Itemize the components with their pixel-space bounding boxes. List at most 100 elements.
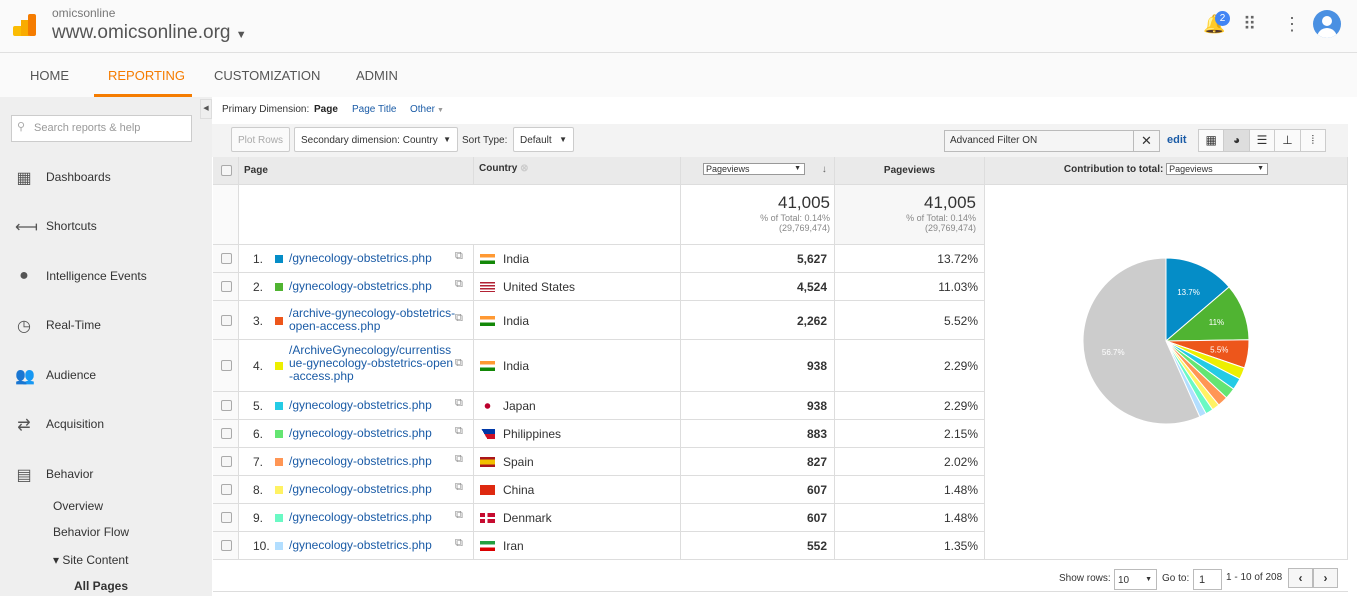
primary-dimension-other[interactable]: Other ▼	[410, 104, 444, 115]
sidebar-item-audience[interactable]: 👥 Audience	[0, 360, 212, 390]
pageviews-percent: 11.03%	[835, 273, 985, 301]
page-link[interactable]: /ArchiveGynecology/currentissue-gynecolo…	[289, 344, 457, 383]
property-selector[interactable]: www.omicsonline.org ▼	[52, 22, 247, 44]
page-link[interactable]: /gynecology-obstetrics.php	[289, 511, 457, 524]
page-link[interactable]: /gynecology-obstetrics.php	[289, 455, 457, 468]
page-link[interactable]: /gynecology-obstetrics.php	[289, 539, 457, 552]
tab-customization[interactable]: CUSTOMIZATION	[214, 68, 320, 83]
sidebar-item-behavior[interactable]: ▤ Behavior	[0, 459, 212, 489]
table-row-page-cell: 3. /archive-gynecology-obstetrics-open-a…	[239, 301, 474, 340]
open-external-icon[interactable]: ⧉	[455, 453, 463, 466]
sort-desc-arrow-icon[interactable]: ↓	[822, 164, 827, 175]
more-vert-icon[interactable]: ⋮	[1283, 14, 1301, 35]
series-color-swatch	[275, 514, 283, 522]
page-column-header[interactable]: Page	[239, 157, 474, 185]
totals-pageviews-cell: 41,005% of Total: 0.14% (29,769,474)	[835, 185, 985, 245]
advanced-filter-input[interactable]: Advanced Filter ON ✕	[944, 130, 1160, 152]
open-external-icon[interactable]: ⧉	[455, 312, 463, 325]
remove-dimension-icon[interactable]: ⊗	[520, 163, 528, 174]
apps-grid-icon[interactable]: ⠿	[1243, 14, 1256, 35]
country-name[interactable]: Iran	[503, 539, 524, 553]
country-name[interactable]: Spain	[503, 455, 534, 469]
pageviews-column-header[interactable]: Pageviews	[835, 157, 985, 185]
tab-admin[interactable]: ADMIN	[356, 68, 398, 83]
avatar[interactable]	[1313, 10, 1341, 38]
primary-dimension-page-title[interactable]: Page Title	[352, 104, 396, 115]
clear-filter-icon[interactable]: ✕	[1133, 131, 1159, 151]
next-page-button[interactable]: ›	[1313, 568, 1338, 588]
sidebar-sub-overview[interactable]: Overview	[53, 499, 103, 513]
open-external-icon[interactable]: ⧉	[455, 425, 463, 438]
row-checkbox[interactable]	[221, 314, 232, 326]
country-name[interactable]: Denmark	[503, 511, 552, 525]
row-checkbox[interactable]	[221, 456, 232, 467]
tab-reporting[interactable]: REPORTING	[108, 68, 185, 83]
search-input[interactable]: ⚲ Search reports & help	[11, 115, 192, 142]
row-checkbox[interactable]	[221, 253, 232, 264]
primary-dimension-page[interactable]: Page	[314, 104, 338, 115]
page-link[interactable]: /gynecology-obstetrics.php	[289, 427, 457, 440]
table-view-icon[interactable]: ▦	[1199, 130, 1225, 151]
comparison-view-icon[interactable]: ⊥	[1275, 130, 1301, 151]
metric-select[interactable]: Pageviews ▼	[703, 163, 805, 175]
prev-page-button[interactable]: ‹	[1288, 568, 1313, 588]
sidebar-item-dashboards[interactable]: ▦ Dashboards	[0, 162, 212, 192]
row-select-cell	[213, 448, 239, 476]
sidebar-item-intelligence-events[interactable]: ● Intelligence Events	[0, 261, 212, 291]
country-name[interactable]: Philippines	[503, 427, 561, 441]
plot-rows-button[interactable]: Plot Rows	[231, 127, 291, 152]
pivot-view-icon[interactable]: ⦙	[1301, 130, 1325, 151]
country-name[interactable]: United States	[503, 280, 575, 294]
secondary-dimension-select[interactable]: Secondary dimension: Country ▼	[294, 127, 458, 152]
performance-view-icon[interactable]: ☰	[1250, 130, 1276, 151]
row-checkbox[interactable]	[221, 281, 232, 292]
open-external-icon[interactable]: ⧉	[455, 537, 463, 550]
country-name[interactable]: Japan	[503, 399, 536, 413]
page-link[interactable]: /gynecology-obstetrics.php	[289, 280, 457, 293]
country-name[interactable]: India	[503, 252, 529, 266]
tab-home[interactable]: HOME	[30, 68, 69, 83]
open-external-icon[interactable]: ⧉	[455, 481, 463, 494]
row-checkbox[interactable]	[221, 360, 232, 371]
grid-icon: ▦	[16, 170, 32, 187]
sidebar-item-real-time[interactable]: ◷ Real-Time	[0, 310, 212, 340]
page-link[interactable]: /gynecology-obstetrics.php	[289, 252, 457, 265]
country-column-header[interactable]: Country ⊗	[474, 157, 681, 185]
sidebar-sub-behavior-flow[interactable]: Behavior Flow	[53, 525, 129, 539]
pie-view-icon[interactable]: ◕	[1224, 130, 1250, 151]
country-flag-icon	[480, 401, 495, 411]
sidebar-item-acquisition[interactable]: ⇄ Acquisition	[0, 409, 212, 439]
sidebar-sub-site-content[interactable]: ▾ Site Content	[53, 553, 128, 567]
goto-input[interactable]: 1	[1193, 569, 1222, 590]
row-checkbox[interactable]	[221, 512, 232, 523]
people-icon: 👥	[15, 368, 35, 385]
metric-select-value: Pageviews	[706, 164, 750, 174]
row-checkbox[interactable]	[221, 484, 232, 495]
sidebar-item-shortcuts[interactable]: ⟻ Shortcuts	[0, 211, 212, 241]
open-external-icon[interactable]: ⧉	[455, 250, 463, 263]
page-link[interactable]: /gynecology-obstetrics.php	[289, 483, 457, 496]
edit-filter-link[interactable]: edit	[1167, 134, 1187, 146]
row-checkbox[interactable]	[221, 428, 232, 439]
open-external-icon[interactable]: ⧉	[455, 397, 463, 410]
collapse-sidebar-button[interactable]: ◀	[200, 99, 212, 119]
sort-type-select[interactable]: Default ▼	[513, 127, 574, 152]
open-external-icon[interactable]: ⧉	[455, 278, 463, 291]
totals-dimension-cell	[239, 185, 681, 245]
table-row-page-cell: 7. /gynecology-obstetrics.php ⧉	[239, 448, 474, 476]
show-rows-select[interactable]: 10 ▼	[1114, 569, 1157, 590]
row-select-cell	[213, 504, 239, 532]
country-name[interactable]: India	[503, 314, 529, 328]
country-name[interactable]: China	[503, 483, 534, 497]
country-name[interactable]: India	[503, 359, 529, 373]
open-external-icon[interactable]: ⧉	[455, 357, 463, 370]
page-link[interactable]: /gynecology-obstetrics.php	[289, 399, 457, 412]
select-all-checkbox[interactable]	[221, 165, 232, 176]
open-external-icon[interactable]: ⧉	[455, 509, 463, 522]
row-checkbox[interactable]	[221, 540, 232, 551]
sidebar-sub-all-pages[interactable]: All Pages	[74, 579, 128, 593]
row-checkbox[interactable]	[221, 400, 232, 411]
contribution-select[interactable]: Pageviews ▼	[1166, 163, 1269, 175]
page-link[interactable]: /archive-gynecology-obstetrics-open-acce…	[289, 306, 457, 333]
total-overall: (29,769,474)	[924, 223, 976, 233]
